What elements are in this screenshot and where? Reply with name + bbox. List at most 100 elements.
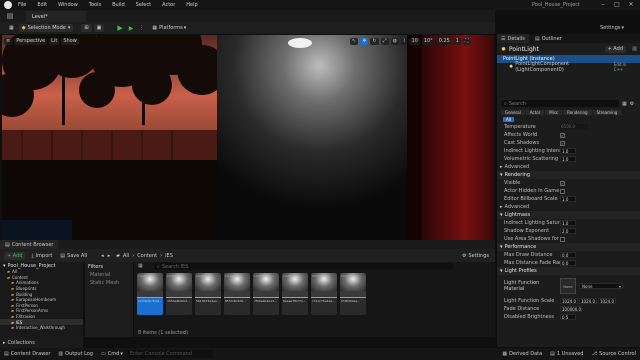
section-rendering[interactable]: ▾ Rendering [497,171,640,179]
derived-data-button[interactable]: ▦ Derived Data [502,351,542,357]
filter-actor[interactable]: Actor [525,109,545,115]
details-search-input[interactable]: ⌕ Search [501,100,619,107]
save-icon[interactable]: ▤ [4,11,16,21]
rotation-snap-button[interactable]: 10° [421,37,435,45]
level-tab[interactable]: Level* [26,11,86,22]
viewport-menu-icon[interactable]: ≡ [4,37,13,45]
unsaved-button[interactable]: ▤ 1 Unsaved [550,351,583,357]
asset-tile[interactable]: LIGHT c72dc75a4ee... [311,273,337,315]
select-tool-icon[interactable]: ↖ [350,37,359,45]
prop-value[interactable]: 0.5 [560,314,576,320]
menu-file[interactable]: File [18,2,26,8]
cb-add-button[interactable]: + Add [4,251,26,260]
unreal-logo-icon[interactable] [4,1,12,9]
prop-value[interactable]: 1.0 [560,156,576,162]
actor-name[interactable]: PointLight [509,46,539,53]
tree-item[interactable]: ▰ Interactive_Walkthrough [0,325,83,331]
menu-window[interactable]: Window [58,2,78,8]
scale-snap-button[interactable]: 0.25 [436,37,452,45]
tree-root[interactable]: ▾ Pool_House_Project [0,262,83,269]
asset-tile[interactable]: LIGHT f2d8d90ea... [340,273,366,315]
save-all-button[interactable]: ▤ Save All [58,252,89,260]
asset-tile[interactable]: LIGHT 100dsdb7fcb4... [137,273,163,315]
menu-tools[interactable]: Tools [89,2,101,8]
show-button[interactable]: Show [61,37,79,45]
selection-mode-button[interactable]: ◆ Selection Mode ▾ [18,24,74,32]
play-options-icon[interactable]: ▶︎ [126,24,137,32]
prop-value[interactable]: 0.0 [560,252,576,258]
prop-value[interactable]: 1.0 [560,148,576,154]
cinematics-icon[interactable]: ▣ [93,24,105,32]
breadcrumb-all[interactable]: All [123,253,129,259]
translate-tool-icon[interactable]: ✥ [360,37,369,45]
close-icon[interactable]: ✕ [624,1,638,9]
menu-help[interactable]: Help [186,2,197,8]
asset-search-input[interactable]: ⌕ Search IES [154,263,454,270]
perspective-button[interactable]: Perspective [14,37,48,45]
checkbox-checked[interactable]: ✓ [560,140,565,146]
asset-tile[interactable]: LIGHT 6f7dc4b529... [224,273,250,315]
blueprint-icon[interactable]: ⊞ [81,24,92,32]
prop-value-y[interactable]: 1024.0 [579,298,597,304]
menu-build[interactable]: Build [112,2,125,8]
settings-button[interactable]: Settings ▾ [600,24,624,32]
prop-value[interactable]: 1.0 [560,196,576,202]
cb-settings-button[interactable]: ⚙ Settings [462,253,489,259]
filter-static-mesh[interactable]: Static Mesh [85,279,133,287]
checkbox-checked[interactable]: ✓ [560,180,565,186]
filter-icon[interactable]: ▦ [622,101,627,107]
content-icon[interactable]: ▦ [6,24,17,32]
prop-value[interactable]: 100000.0 [560,306,582,312]
rotate-tool-icon[interactable]: ↻ [370,37,379,45]
section-lightmass[interactable]: ▾ Lightmass [497,211,640,219]
source-control-button[interactable]: ⎇ Source Control [591,351,636,357]
surface-snap-icon[interactable]: ⌇ [401,37,408,45]
filter-general[interactable]: General [501,109,525,115]
content-drawer-button[interactable]: ▤ Content Drawer [4,351,50,357]
cmd-button[interactable]: ▭ Cmd ▾ [101,351,123,357]
play-menu-icon[interactable]: ⋮ [136,24,147,32]
forward-icon[interactable]: ▸ [108,253,111,259]
asset-tile[interactable]: LIGHT 3954a8b0fed... [166,273,192,315]
tab-outliner[interactable]: ▤ Outliner [529,34,568,43]
filter-rendering[interactable]: Rendering [563,109,592,115]
minimize-icon[interactable]: – [596,1,610,9]
platforms-button[interactable]: ▦ Platforms ▾ [149,24,189,32]
asset-tile[interactable]: LIGHT 7f00e4b4a13... [253,273,279,315]
add-component-button[interactable]: + Add [604,45,626,53]
checkbox-checked[interactable]: ✓ [560,132,565,138]
lock-icon[interactable]: ▥ [632,46,637,52]
content-browser-tab[interactable]: ▤ Content Browser [0,240,59,249]
breadcrumb-content[interactable]: Content [137,253,157,259]
scale-tool-icon[interactable]: ⤢ [380,37,389,45]
lit-button[interactable]: Lit [49,37,60,45]
section-advanced[interactable]: ▸ Advanced [497,163,640,171]
grid-snap-button[interactable]: 10 [409,37,420,45]
asset-tile[interactable]: LIGHT 8aeaa7fb771... [282,273,308,315]
checkbox-unchecked[interactable] [560,188,565,194]
edit-cpp-link[interactable]: Edit in C++ [614,62,636,72]
asset-tile[interactable]: LIGHT 5613b75a4ee... [195,273,221,315]
section-performance[interactable]: ▾ Performance [497,243,640,251]
maximize-icon[interactable]: □ [610,1,624,9]
filter-misc[interactable]: Misc [545,109,563,115]
filter-material[interactable]: Material [85,271,133,279]
section-light-profiles[interactable]: ▾ Light Profiles [497,267,640,275]
back-icon[interactable]: ◂ [101,253,104,259]
world-space-icon[interactable]: ◍ [390,37,399,45]
collections-header[interactable]: ▸ Collections [0,337,83,348]
material-thumbnail[interactable]: None [560,278,576,294]
import-button[interactable]: ⤓ Import [29,252,54,260]
console-input[interactable]: Enter Console Command [126,350,213,358]
camera-speed-button[interactable]: 1 [453,37,462,45]
prop-value[interactable]: 0.0 [560,260,576,266]
prop-value[interactable]: 1.0 [560,220,576,226]
component-row[interactable]: ✹ PointLightComponent (LightComponent0) … [497,61,640,73]
menu-select[interactable]: Select [136,2,151,8]
tab-details[interactable]: ☰ Details [497,34,529,43]
filter-streaming[interactable]: Streaming [592,109,622,115]
maximize-viewport-icon[interactable]: ⛶ [463,37,471,45]
breadcrumb-ies[interactable]: IES [165,253,173,259]
settings-gear-icon[interactable]: ⚙ [630,101,634,107]
filter-icon[interactable]: ▦ [138,263,143,269]
